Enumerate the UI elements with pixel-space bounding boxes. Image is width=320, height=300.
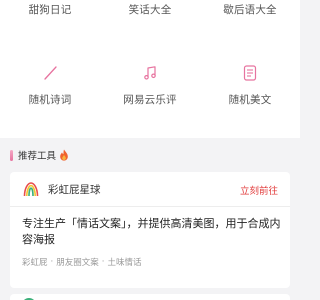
grid-item-label: 随机美文: [228, 94, 272, 106]
go-now-link[interactable]: 立刻前往: [240, 183, 278, 197]
tag-separator: ·: [50, 257, 54, 267]
grid-item-label: 甜狗日记: [28, 4, 72, 16]
tools-grid: 甜狗日记 笑话大全 歇后语大全 随机诗词 网易云乐评 随机美文: [0, 0, 300, 138]
rainbow-logo-icon: [23, 182, 39, 197]
tool-tag: 土味情话: [107, 258, 142, 268]
grid-item-xiehouyu[interactable]: 歇后语大全: [200, 0, 300, 20]
section-title: 推荐工具: [18, 151, 57, 162]
grid-item-jokes[interactable]: 笑话大全: [100, 0, 200, 20]
tool-tag: 彩虹屁: [22, 258, 48, 268]
fire-icon: [60, 149, 68, 161]
section-accent-bar: [10, 149, 13, 161]
tag-separator: ·: [101, 257, 105, 267]
grid-item-sweet-dog-diary[interactable]: 甜狗日记: [0, 0, 100, 20]
tool-card[interactable]: 彩虹屁星球 立刻前往 专注生产「情话文案」，并提供高清美图，用于合成内容海报 彩…: [10, 172, 290, 288]
grid-item-label: 歇后语大全: [223, 4, 277, 16]
grid-item-label: 笑话大全: [128, 4, 172, 16]
recommended-tools-header: 推荐工具: [10, 147, 69, 163]
tool-tag: 朋友圈文案: [56, 258, 99, 268]
grid-item-random-poetry[interactable]: 随机诗词: [0, 64, 100, 114]
document-icon: [243, 65, 257, 81]
brush-icon: [44, 66, 57, 80]
tool-description: 专注生产「情话文案」，并提供高清美图，用于合成内容海报: [22, 217, 281, 246]
grid-item-label: 网易云乐评: [123, 94, 177, 106]
next-tool-card[interactable]: [10, 294, 290, 300]
grid-item-random-prose[interactable]: 随机美文: [200, 64, 300, 114]
music-note-icon: [144, 66, 156, 80]
tool-tags: 彩虹屁 · 朋友圈文案 · 土味情话: [22, 256, 141, 268]
grid-item-label: 随机诗词: [28, 94, 72, 106]
tool-name: 彩虹屁星球: [48, 183, 101, 196]
grid-item-netease-comments[interactable]: 网易云乐评: [100, 64, 200, 114]
